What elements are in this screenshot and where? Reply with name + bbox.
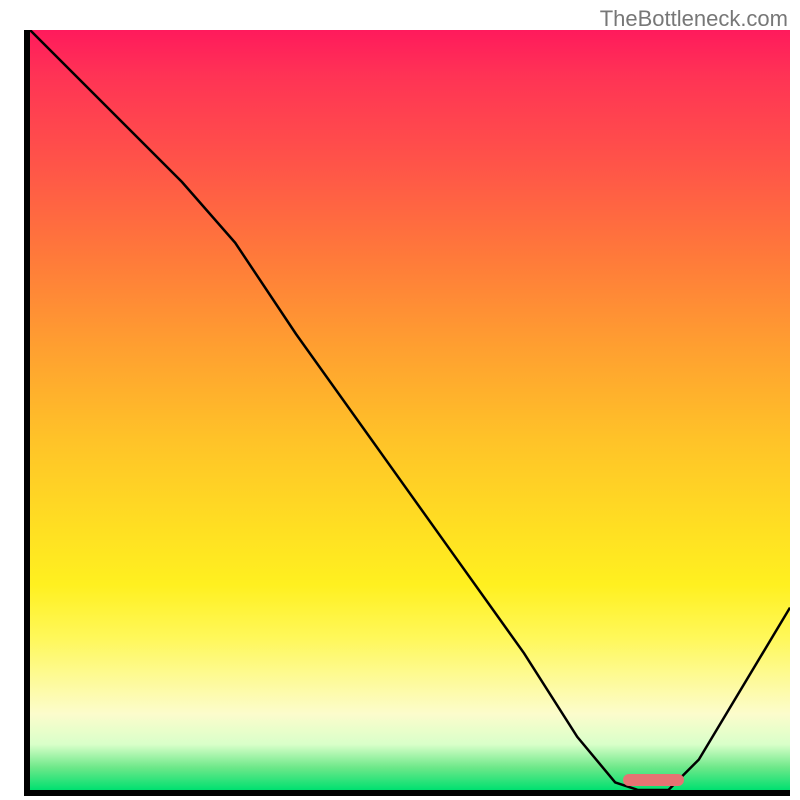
chart-container: TheBottleneck.com: [0, 0, 800, 800]
y-axis: [24, 30, 30, 790]
curve-svg: [30, 30, 790, 790]
bottleneck-curve: [30, 30, 790, 790]
plot-area: [30, 30, 790, 790]
watermark-text: TheBottleneck.com: [600, 6, 788, 32]
optimal-range-marker: [623, 774, 684, 786]
x-axis: [24, 790, 790, 796]
